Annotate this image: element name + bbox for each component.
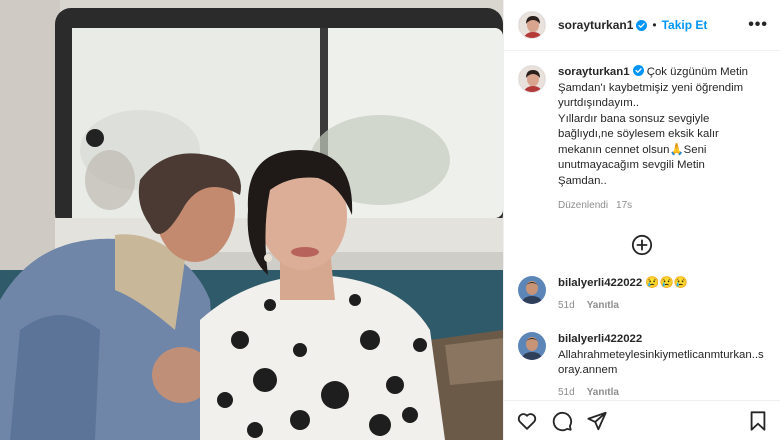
comment-item: bilalyerli422022 Allahrahmeteylesinkiyme… [518, 332, 768, 400]
paper-plane-icon[interactable] [586, 410, 608, 432]
caption-meta: Düzenlendi 17s [558, 198, 766, 214]
load-more-comments [518, 234, 766, 256]
avatar-image [518, 332, 546, 360]
avatar-image [519, 66, 545, 92]
comment-item: bilalyerli422022 😢😢😢 51d Yanıtla [518, 276, 768, 313]
caption-line: yurtdışındayım.. [558, 97, 640, 109]
comment-avatar[interactable] [518, 276, 546, 304]
caption-username[interactable]: sorayturkan1 [558, 66, 630, 78]
comment-bubble-icon[interactable] [551, 410, 573, 432]
avatar[interactable] [518, 11, 546, 39]
caption-line: Şamdan.. [558, 174, 607, 187]
reply-button[interactable]: Yanıtla [587, 300, 619, 311]
edited-label: Düzenlendi [558, 200, 609, 211]
follow-button[interactable]: Takip Et [662, 18, 708, 32]
bookmark-icon[interactable] [747, 410, 769, 432]
caption-line: mekanın cennet olsun🙏Seni [558, 143, 707, 156]
instagram-post: sorayturkan1 • Takip Et ••• sorayturkan1… [0, 0, 780, 440]
caption-line: bağlıydı,ne söylesem eksik kalır [558, 128, 719, 140]
caption-text: sorayturkan1 Çok üzgünüm Metin Şamdan'ı … [558, 65, 766, 214]
post-sidebar: sorayturkan1 • Takip Et ••• sorayturkan1… [503, 0, 780, 440]
comment-age: 51d [558, 386, 575, 398]
comment-meta: 51d Yanıtla [558, 385, 764, 401]
comment-meta: 51d Yanıtla [558, 298, 688, 314]
post-photo-image [0, 0, 503, 440]
post-header: sorayturkan1 • Takip Et ••• [504, 0, 780, 51]
header-username[interactable]: sorayturkan1 [558, 18, 633, 32]
comment-body: bilalyerli422022 Allahrahmeteylesinkiyme… [558, 332, 764, 400]
comment-username[interactable]: bilalyerli422022 [558, 277, 642, 289]
caption-line: Yıllardır bana sonsuz sevgiyle [558, 112, 710, 125]
header-separator: • [652, 18, 657, 32]
verified-badge-icon [636, 19, 648, 31]
action-bar [504, 400, 780, 440]
comment-username[interactable]: bilalyerli422022 [558, 332, 764, 348]
caption-line: unutmayacağım sevgili Metin [558, 159, 705, 171]
heart-icon[interactable] [516, 410, 538, 432]
comment-body: bilalyerli422022 😢😢😢 51d Yanıtla [558, 276, 688, 313]
comment-age: 51d [558, 299, 575, 311]
comment-avatar[interactable] [518, 332, 546, 360]
verified-badge-icon [632, 65, 644, 76]
post-body: sorayturkan1 Çok üzgünüm Metin Şamdan'ı … [504, 51, 780, 256]
caption-line: Şamdan'ı kaybetmişiz yeni öğrendim [558, 81, 744, 94]
caption-line: Çok üzgünüm Metin [646, 66, 749, 78]
post-time: 17s [616, 200, 633, 211]
plus-circle-icon[interactable] [631, 234, 653, 256]
comment-text: Allahrahmeteylesinkiymetlicanmturkan..s … [558, 348, 764, 379]
more-options-button[interactable]: ••• [748, 17, 768, 33]
avatar-image [519, 12, 545, 38]
post-photo[interactable] [0, 0, 503, 440]
avatar-image [518, 276, 546, 304]
caption: sorayturkan1 Çok üzgünüm Metin Şamdan'ı … [518, 65, 766, 214]
reply-button[interactable]: Yanıtla [587, 387, 619, 398]
caption-avatar[interactable] [518, 65, 546, 93]
comment-text-line: Allahrahmeteylesinkiymetlicanmturkan..s [558, 348, 764, 361]
comment-text-line: oray.annem [558, 364, 618, 376]
comment-text: 😢😢😢 [645, 277, 688, 289]
